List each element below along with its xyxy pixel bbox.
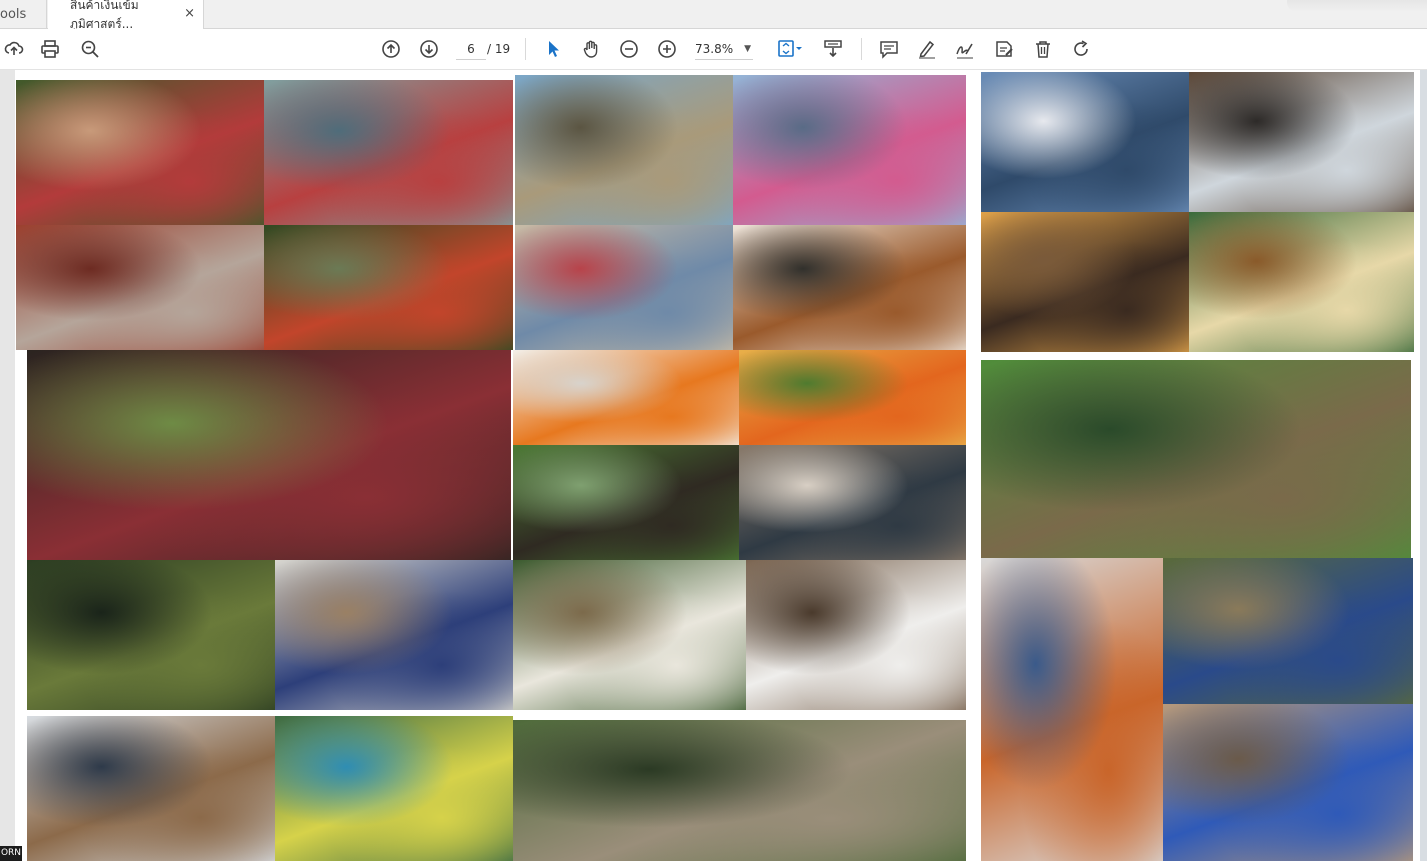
photo-salted-eggs (513, 350, 739, 445)
zoom-in-icon[interactable] (655, 37, 679, 61)
photo-woman-digging-sand (515, 225, 733, 350)
zoom-search-icon[interactable] (78, 37, 102, 61)
window-shadow (1287, 0, 1427, 12)
photo-boat-race-canal (264, 225, 513, 350)
highlight-icon[interactable] (915, 37, 939, 61)
photo-sea-pavilion (981, 72, 1189, 212)
page-up-icon[interactable] (379, 37, 403, 61)
sign-icon[interactable] (953, 37, 977, 61)
page-edge (1420, 70, 1427, 861)
photo-mangrove-tunnel (27, 560, 275, 710)
page-number-input[interactable]: 6 (456, 39, 486, 60)
comment-icon[interactable] (877, 37, 901, 61)
photo-women-weaving-baskets (16, 80, 264, 225)
taskbar-label: ORN (0, 846, 22, 861)
zoom-out-icon[interactable] (617, 37, 641, 61)
photo-farm-shop-man (1189, 212, 1414, 352)
tab-tools[interactable]: ools (0, 0, 47, 28)
photo-meditation-forest (513, 560, 746, 710)
photo-people-on-tidal-flat (515, 75, 733, 225)
photo-shrimp-in-net (16, 225, 264, 350)
hand-tool-icon[interactable] (579, 37, 603, 61)
toolbar-divider (525, 38, 526, 60)
delete-icon[interactable] (1031, 37, 1055, 61)
photo-woman-loom (27, 350, 511, 560)
photo-sunset-silhouette (981, 212, 1189, 352)
photo-muay-thai-boys (981, 360, 1411, 558)
tab-document[interactable]: สินค้าเงินเข้ม ภูมิศาสตร์... × (48, 0, 204, 31)
photo-craft-workshop (275, 560, 513, 710)
select-pointer-icon[interactable] (541, 37, 565, 61)
print-icon[interactable] (38, 37, 62, 61)
photo-duck-farm (513, 445, 739, 560)
photo-yoga-pavilion (746, 560, 966, 710)
left-panel-edge (0, 70, 15, 861)
tab-bar: ools สินค้าเงินเข้ม ภูมิศาสตร์... × (0, 0, 1427, 31)
toolbar-divider (861, 38, 862, 60)
photo-boy-pointing-pier (981, 558, 1163, 861)
upload-icon[interactable] (2, 37, 26, 61)
photo-forest-path-stones (513, 720, 966, 861)
photo-papaya-salad-eggs (739, 350, 966, 445)
photo-coconut-leaf-weaving (275, 716, 513, 861)
rotate-icon[interactable] (1069, 37, 1093, 61)
edit-text-icon[interactable] (992, 37, 1016, 61)
photo-boat-blue-baskets (1163, 704, 1413, 861)
zoom-level-value: 73.8% (695, 42, 734, 56)
photo-group-community (739, 445, 966, 560)
fit-page-icon[interactable] (775, 37, 805, 61)
chevron-down-icon: ▼ (744, 44, 751, 54)
photo-bottles-product (27, 716, 275, 861)
scroll-mode-icon[interactable] (821, 37, 845, 61)
page-total: / 19 (487, 42, 511, 56)
photo-two-women-sea (733, 75, 966, 225)
zoom-level-dropdown[interactable]: 73.8% ▼ (695, 39, 753, 60)
tab-tools-label: ools (0, 6, 27, 22)
close-tab-icon[interactable]: × (184, 6, 195, 21)
photo-covered-pier (1189, 72, 1414, 212)
page-down-icon[interactable] (417, 37, 441, 61)
photo-planting-mangrove (1163, 558, 1413, 704)
photo-weaving-workshop (264, 80, 513, 225)
photo-seafood-salad-plate (733, 225, 966, 350)
pdf-toolbar: 6 / 19 73.8% ▼ (0, 29, 1427, 70)
